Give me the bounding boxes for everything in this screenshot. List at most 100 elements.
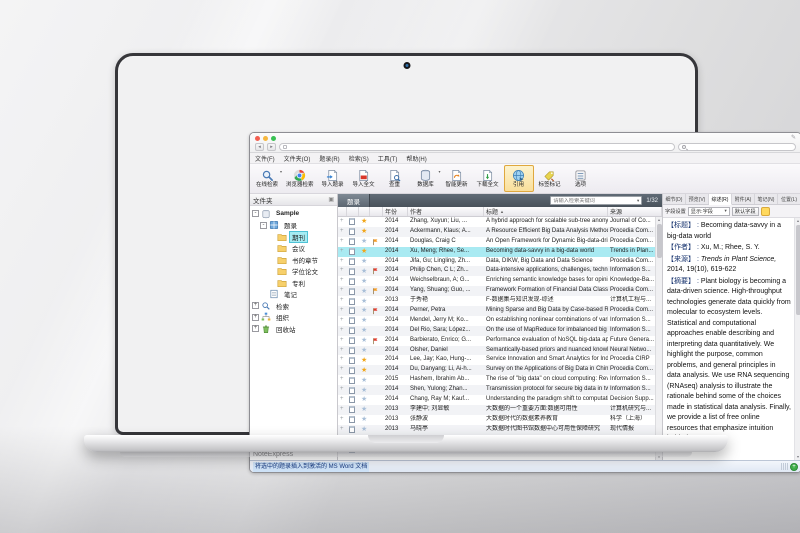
star-icon[interactable]: ★ <box>359 247 370 257</box>
row-expander[interactable]: + <box>338 217 347 227</box>
minimize-button[interactable] <box>263 136 268 141</box>
attachment-icon[interactable] <box>347 346 359 356</box>
table-row[interactable]: +★2015Hashem, Ibrahim Ab...The rise of "… <box>338 375 655 385</box>
attachment-icon[interactable] <box>347 375 359 385</box>
attachment-icon[interactable] <box>347 336 359 346</box>
flag-icon[interactable] <box>370 355 383 365</box>
attachment-icon[interactable] <box>347 257 359 267</box>
attachment-icon[interactable] <box>347 395 359 405</box>
col-source[interactable]: 来源 <box>608 207 662 216</box>
expand-icon[interactable]: + <box>252 302 259 309</box>
tree-item-回收站[interactable]: +回收站 <box>250 323 337 335</box>
flag-icon[interactable] <box>370 405 383 415</box>
row-expander[interactable]: + <box>338 316 347 326</box>
detail-tab-综述[interactable]: 综述(R) <box>709 194 732 205</box>
tree-item-题录[interactable]: -题录 <box>250 220 337 232</box>
row-expander[interactable]: + <box>338 395 347 405</box>
menu-item[interactable]: 文件(F) <box>255 154 275 163</box>
word-insert-icon[interactable]: + <box>790 463 798 471</box>
table-row[interactable]: +★2014Perner, PetraMining Sparse and Big… <box>338 306 655 316</box>
table-row[interactable]: +★2014Chang, Ray M; Kauf...Understanding… <box>338 395 655 405</box>
col-year[interactable]: 年份 <box>383 207 408 216</box>
star-icon[interactable]: ★ <box>359 405 370 415</box>
star-icon[interactable]: ★ <box>359 395 370 405</box>
collapse-icon[interactable]: - <box>252 210 259 217</box>
detail-tab-笔记[interactable]: 笔记(N) <box>755 194 778 204</box>
scroll-thumb[interactable] <box>657 224 662 258</box>
row-expander[interactable]: + <box>338 385 347 395</box>
col-star[interactable] <box>359 207 370 216</box>
detail-tab-位置[interactable]: 位置(L) <box>778 194 800 204</box>
detail-tab-附件[interactable]: 附件(A) <box>732 194 755 204</box>
table-row[interactable]: +★2014Ackermann, Klaus; A...A Resource E… <box>338 227 655 237</box>
table-row[interactable]: +★2014Xu, Meng; Rhee, Se...Becoming data… <box>338 247 655 257</box>
star-icon[interactable]: ★ <box>359 237 370 247</box>
table-row[interactable]: +★2014Weichselbraun, A; G...Enriching se… <box>338 276 655 286</box>
tree-item-组织[interactable]: +组织 <box>250 312 337 324</box>
tree-item-期刊[interactable]: 期刊 <box>250 231 337 243</box>
flag-icon[interactable] <box>370 257 383 267</box>
attachment-icon[interactable] <box>347 296 359 306</box>
row-expander[interactable]: + <box>338 286 347 296</box>
menu-item[interactable]: 帮助(H) <box>406 154 426 163</box>
url-input[interactable] <box>289 144 671 150</box>
style-icon[interactable] <box>761 207 770 216</box>
flag-icon[interactable] <box>370 306 383 316</box>
row-expander[interactable]: + <box>338 425 347 435</box>
attachment-icon[interactable] <box>347 326 359 336</box>
attachment-icon[interactable] <box>347 286 359 296</box>
toolbar-button-cite[interactable]: 引用 <box>504 165 534 192</box>
menu-item[interactable]: 工具(T) <box>378 154 398 163</box>
table-row[interactable]: +★2014Douglas, Craig CAn Open Framework … <box>338 237 655 247</box>
table-row[interactable]: +★2013李建中; 刘显敏大数据的一个重要方面:数据可用性计算机研究与... <box>338 405 655 415</box>
row-expander[interactable]: + <box>338 247 347 257</box>
flag-icon[interactable] <box>370 286 383 296</box>
flag-icon[interactable] <box>370 415 383 425</box>
attachment-icon[interactable] <box>347 365 359 375</box>
flag-icon[interactable] <box>370 425 383 435</box>
star-icon[interactable]: ★ <box>359 266 370 276</box>
table-row[interactable]: +★2013马晓亭大数据时代图书馆数据中心可用性保障研究现代情报 <box>338 425 655 435</box>
flag-icon[interactable] <box>370 276 383 286</box>
back-button[interactable]: ◂ <box>255 143 264 151</box>
flag-icon[interactable] <box>370 375 383 385</box>
star-icon[interactable]: ★ <box>359 227 370 237</box>
tree-item-专利[interactable]: 专利 <box>250 277 337 289</box>
scroll-thumb[interactable] <box>796 225 800 315</box>
tree-item-检索[interactable]: +检索 <box>250 300 337 312</box>
tree-item-书的章节[interactable]: 书的章节 <box>250 254 337 266</box>
flag-icon[interactable] <box>370 217 383 227</box>
flag-icon[interactable] <box>370 296 383 306</box>
col-flag[interactable] <box>370 207 383 216</box>
flag-icon[interactable] <box>370 266 383 276</box>
flag-icon[interactable] <box>370 237 383 247</box>
url-bar[interactable] <box>279 143 675 151</box>
table-row[interactable]: +★2014Barbierato, Enrico; G...Performanc… <box>338 336 655 346</box>
detail-scrollbar[interactable]: ▴ ▾ <box>794 218 800 460</box>
table-row[interactable]: +★2014Lee, Jay; Kao, Hung-...Service Inn… <box>338 355 655 365</box>
row-expander[interactable]: + <box>338 326 347 336</box>
toolbar-button-import-fulltext[interactable]: 导入全文 <box>349 165 379 192</box>
toolbar-button-smart-update[interactable]: 智能更新 <box>442 165 472 192</box>
row-expander[interactable]: + <box>338 306 347 316</box>
table-row[interactable]: +★2014Yang, Shuang; Guo, ...Framework Fo… <box>338 286 655 296</box>
attachment-icon[interactable] <box>347 227 359 237</box>
star-icon[interactable]: ★ <box>359 257 370 267</box>
row-expander[interactable]: + <box>338 346 347 356</box>
flag-icon[interactable] <box>370 395 383 405</box>
table-row[interactable]: +★2014Olsher, DanielSemantically-based p… <box>338 346 655 356</box>
scroll-down-icon[interactable]: ▾ <box>797 454 799 460</box>
table-row[interactable]: +★2014Jifa, Gu; Lingling, Zh...Data, DIK… <box>338 257 655 267</box>
list-search-box[interactable]: ▾ <box>550 196 642 205</box>
attachment-icon[interactable] <box>347 266 359 276</box>
tab-records[interactable]: 题录 <box>338 194 370 207</box>
star-icon[interactable]: ★ <box>359 326 370 336</box>
flag-icon[interactable] <box>370 385 383 395</box>
table-row[interactable]: +★2014Philip Chen, C L; Zh...Data-intens… <box>338 266 655 276</box>
attachment-icon[interactable] <box>347 247 359 257</box>
row-expander[interactable]: + <box>338 336 347 346</box>
row-expander[interactable]: + <box>338 296 347 306</box>
list-search-input[interactable] <box>553 198 635 204</box>
browser-search-bar[interactable] <box>678 143 796 151</box>
row-expander[interactable]: + <box>338 415 347 425</box>
